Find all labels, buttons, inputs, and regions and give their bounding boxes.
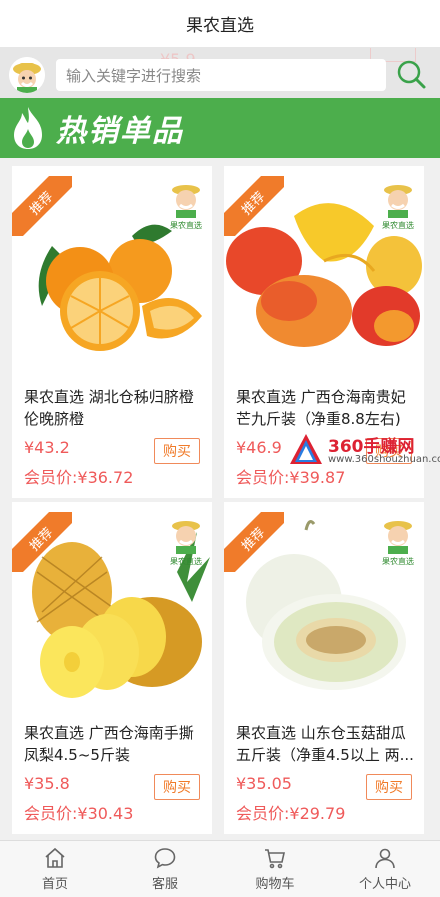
svg-text:果农直选: 果农直选 (382, 556, 414, 566)
brand-logo-icon: 果农直选 (382, 185, 414, 230)
watermark-logo-icon (290, 434, 322, 464)
tab-service[interactable]: 客服 (110, 841, 220, 897)
app-title-bar: 果农直选 (0, 0, 440, 48)
home-icon (45, 847, 65, 868)
tab-home-label: 首页 (41, 877, 68, 892)
brand-logo-icon: 果农直选 (382, 521, 414, 566)
watermark: 360手赚网 www.360shouzhuan.com (288, 432, 440, 468)
avatar[interactable] (9, 57, 45, 93)
product-price: ¥43.2 (24, 438, 70, 457)
member-price: 会员价:¥30.43 (24, 804, 134, 823)
product-name: 果农直选 山东仓玉菇甜瓜五斤装（净重4.5以上 两... (236, 724, 414, 764)
banner-title: 热销单品 (56, 114, 184, 149)
buy-button[interactable]: 购买 (154, 438, 200, 464)
product-name: 果农直选 广西仓海南手撕凤梨4.5~5斤装 (24, 724, 194, 764)
product-name: 果农直选 广西仓海南贵妃芒九斤装（净重8.8左右) (236, 388, 406, 428)
search-input[interactable]: 输入关键字进行搜索 (56, 59, 386, 91)
buy-button[interactable]: 购买 (366, 774, 412, 800)
recommend-badge: 推荐 (12, 176, 72, 236)
tab-home[interactable]: 首页 (0, 841, 110, 897)
watermark-url: www.360shouzhuan.com (328, 454, 440, 465)
brand-logo-icon: 果农直选 (170, 521, 202, 566)
product-name: 果农直选 湖北仓秭归脐橙伦晚脐橙 (24, 388, 194, 428)
recommend-badge: 推荐 (224, 512, 284, 572)
user-icon (375, 848, 395, 869)
product-card[interactable]: 推荐 果农直选 果农直选 山东仓玉菇甜瓜五斤装（净重4.5以上 两... ¥35… (224, 502, 424, 834)
search-placeholder: 输入关键字进行搜索 (66, 66, 202, 85)
buy-button[interactable]: 购买 (154, 774, 200, 800)
product-price: ¥35.8 (24, 774, 70, 793)
tab-profile[interactable]: 个人中心 (330, 841, 440, 897)
product-card[interactable]: 推荐 果农直选 果农直选 广西仓海南手撕凤梨4.5~5斤装 ¥35.8 会员价:… (12, 502, 212, 834)
product-price: ¥35.05 (236, 774, 292, 793)
tab-service-label: 客服 (151, 877, 178, 892)
tab-cart[interactable]: 购物车 (220, 841, 330, 897)
search-bar: ¥5.9 输入关键字进行搜索 (0, 48, 440, 98)
svg-text:果农直选: 果农直选 (382, 220, 414, 230)
svg-text:果农直选: 果农直选 (170, 220, 202, 230)
brand-logo-icon: 果农直选 (170, 185, 202, 230)
member-price: 会员价:¥36.72 (24, 468, 134, 487)
product-price: ¥46.9 (236, 438, 282, 457)
bottom-tab-bar: 首页 客服 购物车 个人中心 (0, 840, 440, 897)
recommend-badge: 推荐 (224, 176, 284, 236)
hot-products-banner: 热销单品 (0, 98, 440, 158)
flame-icon (14, 107, 42, 149)
search-icon[interactable] (394, 57, 428, 91)
page-title: 果农直选 (186, 16, 254, 36)
cart-icon (265, 849, 285, 869)
tab-profile-label: 个人中心 (358, 877, 411, 892)
product-card[interactable]: 推荐 果农直选 果农直选 湖北仓秭归脐橙伦晚脐橙 ¥43.2 会员价:¥36.7… (12, 166, 212, 498)
svg-text:果农直选: 果农直选 (170, 556, 202, 566)
recommend-badge: 推荐 (12, 512, 72, 572)
member-price: 会员价:¥29.79 (236, 804, 346, 823)
tab-cart-label: 购物车 (255, 877, 295, 892)
chat-icon (154, 848, 176, 869)
